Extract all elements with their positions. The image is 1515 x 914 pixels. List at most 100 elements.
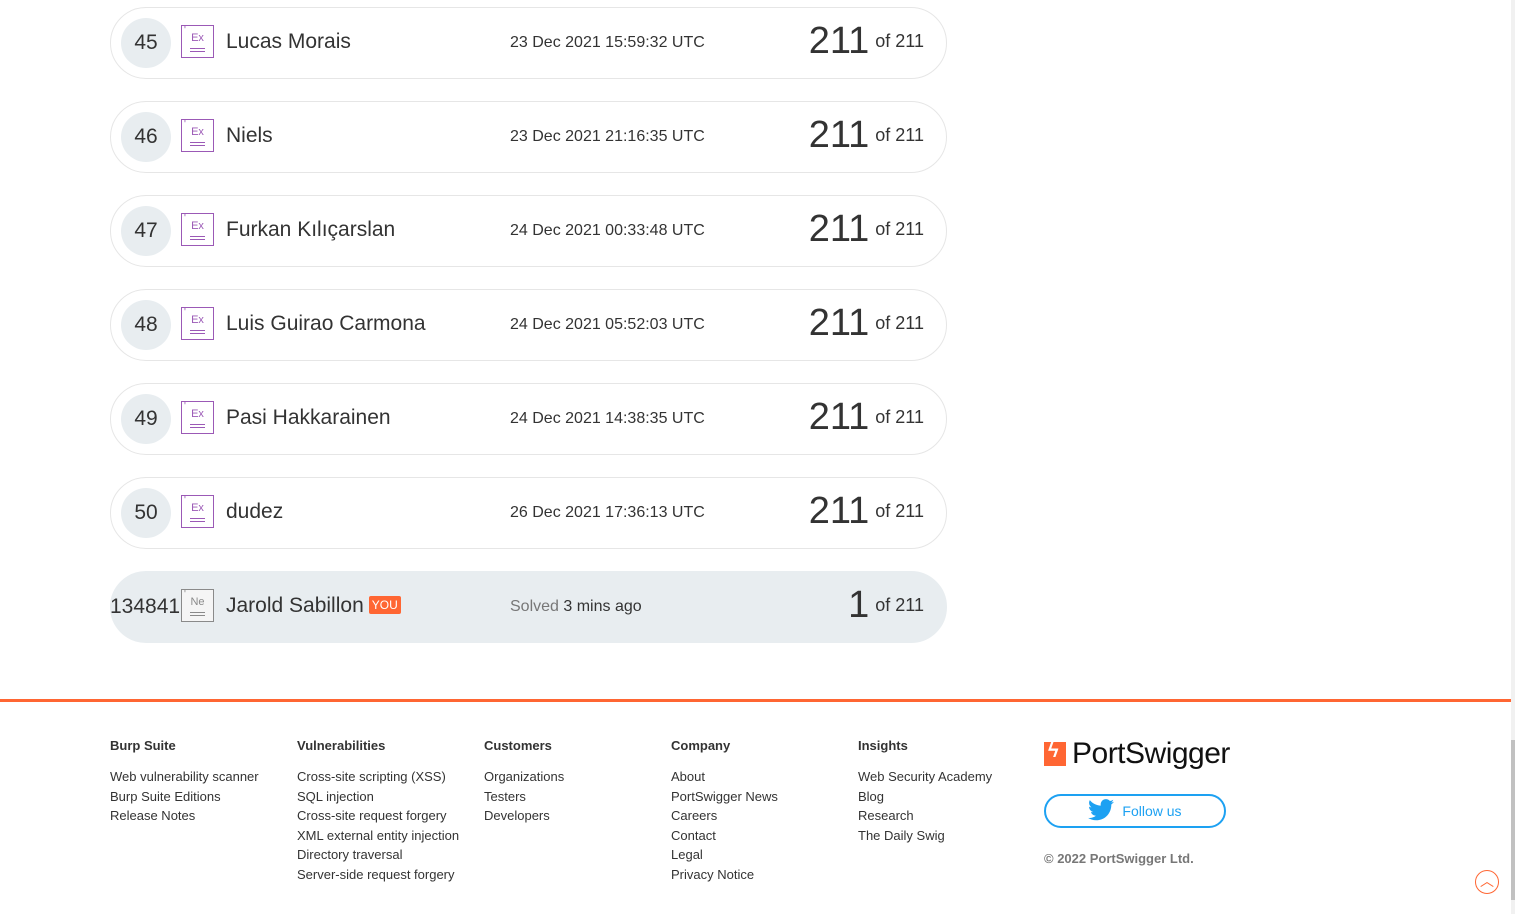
footer-link[interactable]: Web vulnerability scanner [110,767,259,787]
follow-label: Follow us [1122,803,1182,819]
score-value: 211 [808,114,870,156]
score: 211 of 211 [809,114,924,157]
footer-col-company: Company About PortSwigger News Careers C… [671,738,778,885]
footer-heading: Customers [484,738,552,753]
score-value: 211 [808,490,870,532]
score: 1 of 211 [848,584,924,627]
footer-link[interactable]: Developers [484,806,564,826]
site-footer: Burp Suite Web vulnerability scanner Bur… [0,702,1511,914]
user-name-text: Jarold Sabillon [226,594,364,617]
completion-date: 24 Dec 2021 00:33:48 UTC [510,222,705,239]
completion-date: 24 Dec 2021 05:52:03 UTC [510,316,705,333]
expert-level-icon: Ex [181,395,214,434]
footer-link[interactable]: Cross-site scripting (XSS) [297,767,459,787]
portswigger-logo-icon [1044,740,1066,766]
footer-heading: Insights [858,738,908,753]
footer-link[interactable]: Web Security Academy [858,767,992,787]
portswigger-logo[interactable]: PortSwigger [1044,737,1230,771]
rank-number: 47 [121,206,171,256]
newbie-level-icon: Ne [181,583,214,622]
score: 211 of 211 [809,20,924,63]
footer-link[interactable]: SQL injection [297,787,459,807]
footer-col-burp-suite: Burp Suite Web vulnerability scanner Bur… [110,738,259,826]
score-value: 211 [808,396,870,438]
footer-col-insights: Insights Web Security Academy Blog Resea… [858,738,992,845]
footer-heading: Company [671,738,731,753]
footer-link[interactable]: Organizations [484,767,564,787]
completion-date: 24 Dec 2021 14:38:35 UTC [510,410,705,427]
score-total: of 211 [875,219,924,239]
footer-link[interactable]: Burp Suite Editions [110,787,259,807]
rank-number: 48 [121,300,171,350]
footer-link[interactable]: Legal [671,845,778,865]
score-value: 211 [808,302,870,344]
footer-link[interactable]: Careers [671,806,778,826]
footer-link[interactable]: Research [858,806,992,826]
footer-link[interactable]: Privacy Notice [671,865,778,885]
footer-link[interactable]: The Daily Swig [858,826,992,846]
score: 211 of 211 [809,396,924,439]
completion-date: 23 Dec 2021 21:16:35 UTC [510,128,705,145]
footer-link[interactable]: Cross-site request forgery [297,806,459,826]
footer-link[interactable]: Directory traversal [297,845,459,865]
score-total: of 211 [875,407,924,427]
expert-level-icon: Ex [181,113,214,152]
leaderboard-row: 46 Ex Niels 23 Dec 2021 21:16:35 UTC 211… [110,101,947,173]
footer-link[interactable]: Contact [671,826,778,846]
score: 211 of 211 [809,208,924,251]
user-name: Jarold Sabillon YOU [226,594,401,618]
score-total: of 211 [875,31,924,51]
back-to-top-button[interactable]: ︿ [1475,870,1499,894]
chevron-up-icon: ︿ [1480,873,1494,889]
copyright: © 2022 PortSwigger Ltd. [1044,851,1194,866]
rank-number: 50 [121,488,171,538]
solved-status: Solved 3 mins ago [510,598,642,616]
footer-col-customers: Customers Organizations Testers Develope… [484,738,564,826]
footer-link[interactable]: Testers [484,787,564,807]
score-value: 211 [808,20,870,62]
solved-label: Solved [510,598,559,615]
user-name: dudez [226,500,284,523]
user-name: Lucas Morais [226,30,351,53]
solved-time: 3 mins ago [563,598,642,615]
user-name: Luis Guirao Carmona [226,312,426,335]
leaderboard-row: 48 Ex Luis Guirao Carmona 24 Dec 2021 05… [110,289,947,361]
completion-date: 23 Dec 2021 15:59:32 UTC [510,34,705,51]
twitter-bird-icon [1088,799,1115,821]
footer-link[interactable]: About [671,767,778,787]
user-name: Niels [226,124,273,147]
footer-heading: Burp Suite [110,738,176,753]
you-badge: YOU [368,596,401,614]
expert-level-icon: Ex [181,207,214,246]
expert-level-icon: Ex [181,301,214,340]
leaderboard-row: 50 Ex dudez 26 Dec 2021 17:36:13 UTC 211… [110,477,947,549]
leaderboard-row: 47 Ex Furkan Kılıçarslan 24 Dec 2021 00:… [110,195,947,267]
footer-link[interactable]: Server-side request forgery [297,865,459,885]
user-name: Furkan Kılıçarslan [226,218,396,241]
score-total: of 211 [875,313,924,333]
score-value: 1 [848,584,870,626]
rank-number: 134841 [110,595,181,618]
brand-name: PortSwigger [1072,737,1230,770]
footer-link[interactable]: XML external entity injection [297,826,459,846]
rank-number: 46 [121,112,171,162]
leaderboard-row: 45 Ex Lucas Morais 23 Dec 2021 15:59:32 … [110,7,947,79]
score-total: of 211 [875,595,924,615]
expert-level-icon: Ex [181,489,214,528]
score: 211 of 211 [809,302,924,345]
leaderboard-row: 49 Ex Pasi Hakkarainen 24 Dec 2021 14:38… [110,383,947,455]
footer-link[interactable]: Blog [858,787,992,807]
footer-col-vulnerabilities: Vulnerabilities Cross-site scripting (XS… [297,738,459,885]
score: 211 of 211 [809,490,924,533]
completion-date: 26 Dec 2021 17:36:13 UTC [510,504,705,521]
score-total: of 211 [875,501,924,521]
footer-link[interactable]: Release Notes [110,806,259,826]
user-name: Pasi Hakkarainen [226,406,391,429]
footer-link[interactable]: PortSwigger News [671,787,778,807]
twitter-follow-button[interactable]: Follow us [1044,794,1226,828]
rank-number: 49 [121,394,171,444]
score-total: of 211 [875,125,924,145]
current-user-row: 134841 Ne Jarold SabillonYOU Solved 3 mi… [110,571,947,643]
footer-heading: Vulnerabilities [297,738,386,753]
scrollbar-thumb[interactable] [1511,740,1515,900]
